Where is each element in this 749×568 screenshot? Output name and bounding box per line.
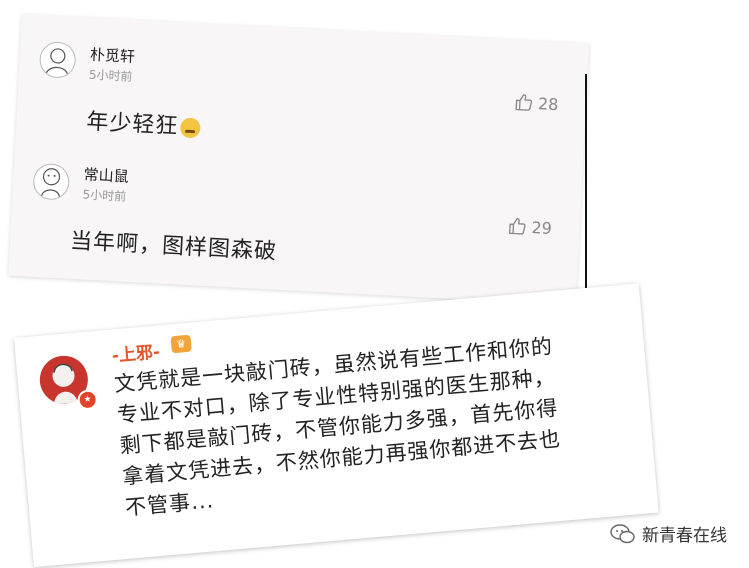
- comment-time: 5小时前: [82, 187, 127, 204]
- verified-badge-icon: ★: [76, 388, 99, 411]
- divider-line: [585, 74, 587, 306]
- wechat-icon: [610, 523, 635, 543]
- comment-text: 文凭就是一块敲门砖，虽然说有些工作和你的专业不对口，除了专业性特别强的医生那种，…: [113, 334, 562, 520]
- avatar[interactable]: [32, 162, 71, 201]
- comment-text: 年少轻狂: [86, 104, 202, 142]
- comment-card-featured: ★ -上邪- ♛ 文凭就是一块敲门砖，虽然说有些工作和你的专业不对口，除了专业性…: [14, 283, 659, 568]
- thumbs-up-icon: [509, 218, 526, 235]
- comment-time: 5小时前: [88, 67, 133, 84]
- like-count: 29: [531, 217, 553, 238]
- avatar[interactable]: [38, 41, 77, 79]
- crown-icon: ♛: [170, 334, 192, 354]
- thumbs-up-icon: [515, 94, 533, 111]
- comment-username[interactable]: -上邪-: [111, 337, 161, 366]
- comment-card-top: 朴觅轩 5小时前 28 年少轻狂 常山鼠 5小时前 29 当年啊，图样图森破: [8, 14, 590, 306]
- comment-username[interactable]: 常山鼠: [83, 163, 129, 186]
- laughing-emoji-icon: [179, 117, 201, 139]
- watermark-text: 新青春在线: [642, 526, 727, 546]
- comment-username[interactable]: 朴觅轩: [89, 44, 135, 67]
- comment-item: 朴觅轩 5小时前 28 年少轻狂: [21, 28, 588, 139]
- watermark: 新青春在线: [610, 521, 727, 546]
- comment-text: 当年啊，图样图森破: [69, 228, 278, 265]
- like-button[interactable]: 28: [514, 92, 559, 114]
- comment-item: 常山鼠 5小时前 29 当年啊，图样图森破: [15, 150, 582, 265]
- like-count: 28: [537, 93, 559, 114]
- like-button[interactable]: 29: [507, 216, 552, 238]
